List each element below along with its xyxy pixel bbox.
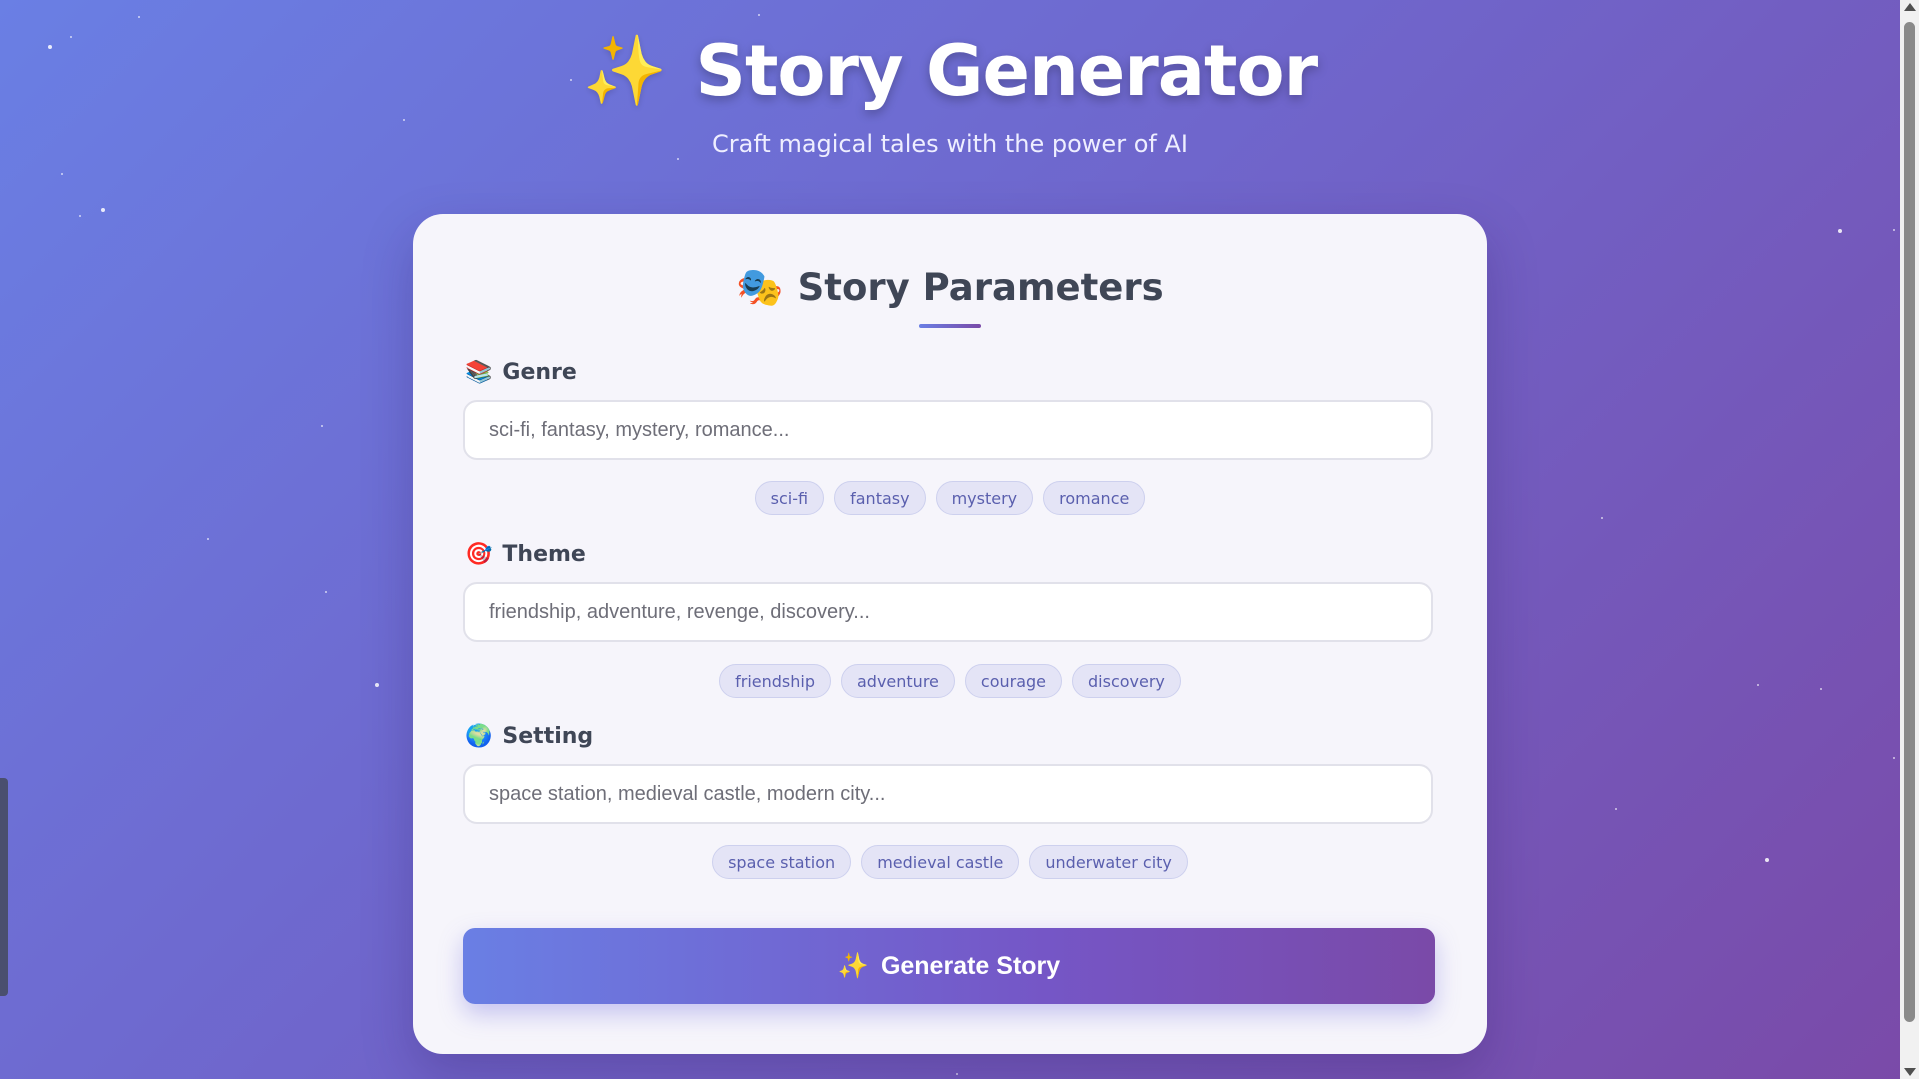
page-title: Story Generator (695, 30, 1319, 112)
setting-chip-medieval-castle[interactable]: medieval castle (861, 845, 1020, 879)
star-decoration (325, 591, 327, 593)
setting-chips: space station medieval castle underwater… (413, 845, 1487, 879)
side-panel-handle[interactable] (0, 778, 8, 996)
genre-chip-mystery[interactable]: mystery (935, 481, 1034, 515)
setting-input[interactable] (463, 764, 1433, 824)
star-decoration (138, 16, 140, 18)
scroll-down-arrow-icon[interactable] (1904, 1068, 1916, 1076)
star-decoration (1893, 229, 1895, 231)
star-decoration (1820, 688, 1822, 690)
card-title: Story Parameters (797, 266, 1164, 309)
star-decoration (1838, 229, 1842, 233)
scroll-thumb[interactable] (1904, 22, 1915, 1022)
genre-input[interactable] (463, 400, 1433, 460)
theme-chips: friendship adventure courage discovery (413, 664, 1487, 698)
page-subtitle: Craft magical tales with the power of AI (712, 130, 1188, 158)
vertical-scrollbar[interactable] (1900, 0, 1919, 1079)
star-decoration (1893, 757, 1895, 759)
theme-input[interactable] (463, 582, 1433, 642)
star-decoration (1601, 517, 1603, 519)
generate-story-label: Generate Story (880, 951, 1061, 980)
genre-chip-sci-fi[interactable]: sci-fi (754, 481, 825, 515)
setting-label: 🌍 Setting (465, 724, 593, 749)
star-decoration (101, 208, 105, 212)
setting-chip-space-station[interactable]: space station (712, 845, 852, 879)
genre-chips: sci-fi fantasy mystery romance (413, 481, 1487, 515)
target-icon: 🎯 (465, 542, 493, 567)
generate-story-button[interactable]: ✨ Generate Story (463, 928, 1435, 1004)
star-decoration (956, 1073, 958, 1075)
story-parameters-card: 🎭 Story Parameters 📚 Genre sci-fi fantas… (413, 214, 1487, 1054)
theater-masks-icon: 🎭 (736, 266, 784, 309)
theme-label: 🎯 Theme (465, 542, 586, 567)
star-decoration (1757, 684, 1759, 686)
genre-label: 📚 Genre (465, 360, 577, 385)
theme-label-text: Theme (502, 542, 586, 567)
star-decoration (758, 14, 760, 16)
star-decoration (375, 683, 379, 687)
genre-chip-romance[interactable]: romance (1043, 481, 1146, 515)
setting-chip-underwater-city[interactable]: underwater city (1029, 845, 1188, 879)
star-decoration (1765, 858, 1769, 862)
globe-icon: 🌍 (465, 724, 493, 749)
page-header: ✨ Story Generator Craft magical tales wi… (0, 30, 1900, 158)
title-underline (919, 324, 981, 328)
star-decoration (79, 215, 81, 217)
star-decoration (1615, 808, 1617, 810)
sparkles-icon: ✨ (582, 33, 668, 109)
star-decoration (207, 538, 209, 540)
sparkles-icon: ✨ (837, 951, 869, 980)
genre-chip-fantasy[interactable]: fantasy (834, 481, 926, 515)
star-decoration (61, 173, 63, 175)
star-decoration (321, 425, 323, 427)
books-icon: 📚 (465, 360, 493, 385)
theme-chip-discovery[interactable]: discovery (1072, 664, 1181, 698)
theme-chip-adventure[interactable]: adventure (840, 664, 955, 698)
theme-chip-courage[interactable]: courage (964, 664, 1062, 698)
scroll-up-arrow-icon[interactable] (1904, 3, 1916, 11)
theme-chip-friendship[interactable]: friendship (719, 664, 831, 698)
genre-label-text: Genre (502, 360, 577, 385)
setting-label-text: Setting (502, 724, 594, 749)
star-decoration (677, 158, 679, 160)
